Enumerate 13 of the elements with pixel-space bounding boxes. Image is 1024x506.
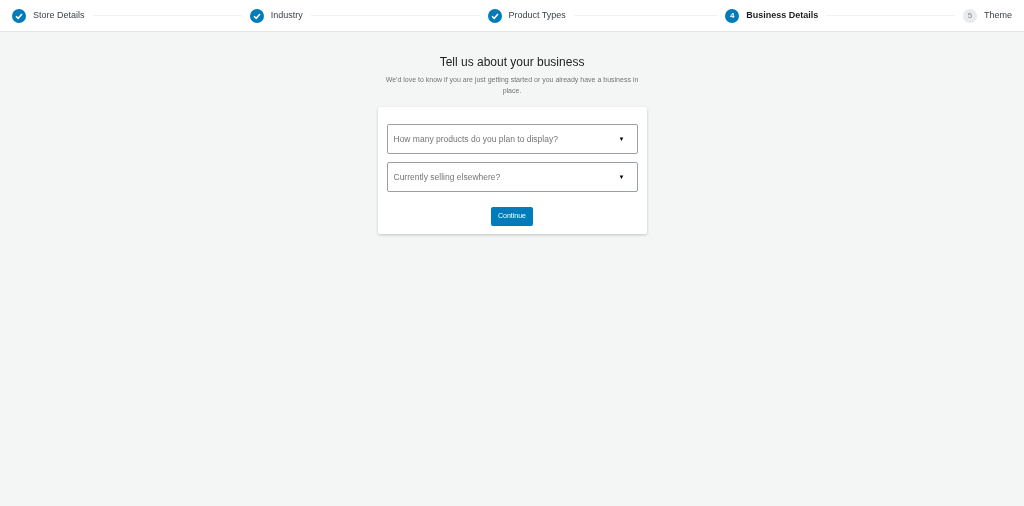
step-label: Theme — [984, 8, 1012, 22]
select-placeholder: Currently selling elsewhere? — [393, 170, 501, 184]
page-heading: Tell us about your business — [439, 54, 585, 71]
step-label: Business Details — [746, 8, 819, 22]
step-number: 4 — [725, 8, 740, 23]
step-label: Industry — [270, 8, 303, 22]
check-icon — [487, 8, 502, 23]
step-label: Product Types — [508, 8, 566, 22]
step-label: Store Details — [33, 8, 85, 22]
check-icon — [249, 8, 264, 23]
step-number: 5 — [963, 8, 977, 23]
select-placeholder: How many products do you plan to display? — [393, 132, 558, 146]
check-icon — [12, 8, 26, 23]
